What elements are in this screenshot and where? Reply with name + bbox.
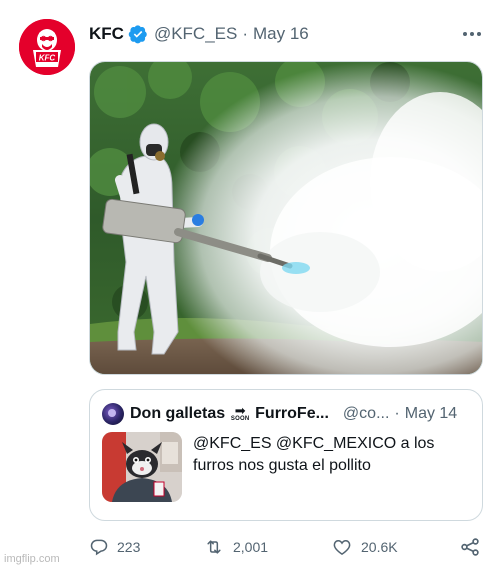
tweet-actions: 223 2,001 20.6K <box>89 534 483 560</box>
share-button[interactable] <box>459 534 481 560</box>
tweet-media-photo[interactable] <box>89 61 483 375</box>
quoted-tweet[interactable]: Don galletas ➡ SOON FurroFe... @co... · … <box>89 389 483 521</box>
imgflip-watermark: imgflip.com <box>4 553 60 565</box>
quoted-author-handle: @co... <box>342 405 390 422</box>
author-handle[interactable]: @KFC_ES <box>154 24 237 44</box>
soon-arrow-glyph: ➡ <box>234 403 246 418</box>
separator-dot: · <box>242 24 249 43</box>
retweet-button[interactable]: 2,001 <box>203 534 268 560</box>
retweet-count: 2,001 <box>233 539 269 555</box>
like-count: 20.6K <box>361 539 398 555</box>
verified-badge-icon <box>128 24 148 44</box>
separator-dot: · <box>394 405 400 422</box>
tweet: KFC KFC @KFC_ES · May 16 Don galletas ➡ … <box>0 0 500 568</box>
tweet-header: KFC @KFC_ES · May 16 <box>89 22 309 46</box>
quoted-author-avatar <box>102 403 124 425</box>
more-options-icon[interactable] <box>460 24 484 44</box>
quoted-tweet-date: May 14 <box>404 405 458 422</box>
reply-button[interactable]: 223 <box>89 534 140 560</box>
furry-costume-photo-image <box>102 432 182 502</box>
reply-count: 223 <box>117 539 141 555</box>
reply-icon <box>90 539 108 556</box>
retweet-icon <box>207 540 221 554</box>
quoted-tweet-header: Don galletas ➡ SOON FurroFe... @co... · … <box>102 402 472 426</box>
quoted-author-name: Don galletas <box>130 405 226 422</box>
author-name[interactable]: KFC <box>89 24 124 44</box>
soon-arrow-emoji-icon: ➡ SOON <box>229 403 251 423</box>
quoted-tweet-text: @KFC_ES @KFC_MEXICO a los furros nos gus… <box>193 435 435 474</box>
fogging-photo-image <box>90 62 482 374</box>
svg-text:KFC: KFC <box>39 54 56 63</box>
quoted-tweet-thumbnail[interactable] <box>102 432 182 502</box>
quoted-author-name-continued: FurroFe... <box>255 405 329 422</box>
heart-icon <box>333 539 351 555</box>
tweet-date[interactable]: May 16 <box>253 24 309 44</box>
like-button[interactable]: 20.6K <box>331 534 398 560</box>
soon-label: SOON <box>230 416 250 422</box>
kfc-logo-icon: KFC <box>19 19 75 75</box>
share-icon <box>461 538 479 556</box>
kfc-avatar[interactable]: KFC <box>19 19 75 75</box>
